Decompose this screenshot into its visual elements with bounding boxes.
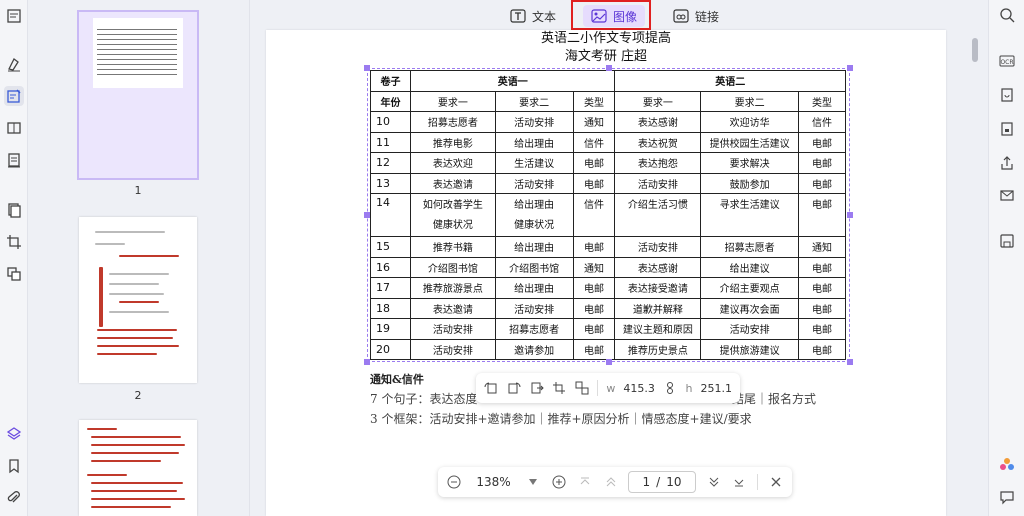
- highlight-annotation-box: [571, 0, 651, 30]
- search-icon[interactable]: [998, 6, 1016, 24]
- chat-icon[interactable]: [998, 488, 1016, 506]
- save-icon[interactable]: [998, 232, 1016, 250]
- page-separator: /: [656, 475, 661, 489]
- crop-image-icon[interactable]: [552, 380, 567, 396]
- lock-ratio-icon[interactable]: [663, 380, 678, 396]
- document-subtitle: 海文考研 庄超: [564, 49, 648, 64]
- left-tool-rail: [0, 0, 28, 516]
- link-icon: [673, 9, 689, 23]
- comment-icon[interactable]: [4, 6, 24, 26]
- first-page-icon[interactable]: [577, 474, 593, 490]
- form-icon[interactable]: [4, 150, 24, 170]
- convert-icon[interactable]: [4, 264, 24, 284]
- resize-handle[interactable]: [364, 359, 370, 365]
- resize-handle[interactable]: [364, 65, 370, 71]
- replace-image-icon[interactable]: [575, 380, 590, 396]
- thumbnail-label: 1: [134, 184, 142, 197]
- image-selection-frame[interactable]: [364, 65, 853, 365]
- crop-icon[interactable]: [4, 232, 24, 252]
- resize-handle[interactable]: [606, 65, 612, 71]
- zoom-level[interactable]: 138%: [472, 475, 515, 489]
- resize-handle[interactable]: [364, 212, 370, 218]
- width-label: w: [606, 381, 616, 395]
- rotate-right-icon[interactable]: [507, 380, 522, 396]
- width-value[interactable]: 415.3: [623, 382, 655, 395]
- bookmark-icon[interactable]: [4, 456, 24, 476]
- resize-handle[interactable]: [847, 212, 853, 218]
- highlight-pen-icon[interactable]: [4, 54, 24, 74]
- share-icon[interactable]: [998, 154, 1016, 172]
- protect-icon[interactable]: [998, 120, 1016, 138]
- pager-divider: [757, 474, 759, 490]
- reader-icon[interactable]: [4, 118, 24, 138]
- edit-icon[interactable]: [4, 86, 24, 106]
- zoom-out-icon[interactable]: [446, 474, 462, 490]
- document-page: 英语二小作文专项提高 海文考研 庄超 卷子 英语一 英语二 年份 要求一 要求二…: [266, 30, 946, 516]
- email-icon[interactable]: [998, 186, 1016, 204]
- extract-image-icon[interactable]: [529, 380, 544, 396]
- mini-table: [97, 26, 177, 76]
- ocr-icon[interactable]: OCR: [998, 52, 1016, 70]
- resize-handle[interactable]: [606, 359, 612, 365]
- page-thumbnail-1[interactable]: [77, 10, 199, 180]
- text-icon: [510, 9, 526, 23]
- notes-heading: 通知&信件: [370, 373, 424, 386]
- last-page-icon[interactable]: [731, 474, 747, 490]
- rotate-left-icon[interactable]: [484, 380, 499, 396]
- page-thumbnail-2[interactable]: [79, 217, 197, 383]
- vertical-scrollbar-thumb[interactable]: [972, 38, 978, 62]
- page-number-field[interactable]: 1 / 10: [628, 471, 696, 493]
- right-tool-rail: OCR: [988, 0, 1024, 516]
- layers-icon[interactable]: [4, 424, 24, 444]
- image-edit-toolbar: w 415.3 h 251.1: [476, 373, 740, 403]
- total-pages: 10: [666, 475, 682, 489]
- next-page-icon[interactable]: [706, 474, 722, 490]
- tab-link-label: 链接: [695, 9, 720, 24]
- thumbnail-table-preview: [93, 18, 183, 88]
- resize-handle[interactable]: [847, 359, 853, 365]
- notes-line-1: 7 个句子：表达态度: [370, 392, 478, 406]
- current-page[interactable]: 1: [643, 475, 651, 489]
- resize-handle[interactable]: [847, 65, 853, 71]
- chevron-down-icon[interactable]: [525, 474, 541, 490]
- tab-text[interactable]: 文本: [502, 5, 564, 27]
- thumbnail-label: 2: [134, 389, 142, 402]
- attachment-icon[interactable]: [4, 488, 24, 508]
- page-navigation-bar: 138% 1 / 10: [438, 467, 792, 497]
- ai-assistant-icon[interactable]: [998, 456, 1016, 474]
- zoom-in-icon[interactable]: [551, 474, 567, 490]
- thumbnail-panel: 1 2: [28, 0, 250, 516]
- height-label: h: [685, 381, 693, 395]
- organize-pages-icon[interactable]: [4, 200, 24, 220]
- notes-line-1-tail: 结尾｜报名方式: [732, 392, 817, 406]
- convert-pdf-icon[interactable]: [998, 86, 1016, 104]
- document-title: 英语二小作文专项提高: [540, 31, 671, 46]
- tab-text-label: 文本: [532, 9, 557, 24]
- height-value[interactable]: 251.1: [701, 382, 733, 395]
- page-thumbnail-3[interactable]: [79, 420, 197, 516]
- svg-text:OCR: OCR: [1000, 59, 1013, 66]
- previous-page-icon[interactable]: [603, 474, 619, 490]
- toolbar-divider: [597, 380, 599, 396]
- close-icon[interactable]: [768, 474, 784, 490]
- tab-link[interactable]: 链接: [665, 5, 727, 27]
- notes-line-2: 3 个框架：活动安排+邀请参加｜推荐+原因分析｜情感态度+建议/要求: [370, 412, 752, 426]
